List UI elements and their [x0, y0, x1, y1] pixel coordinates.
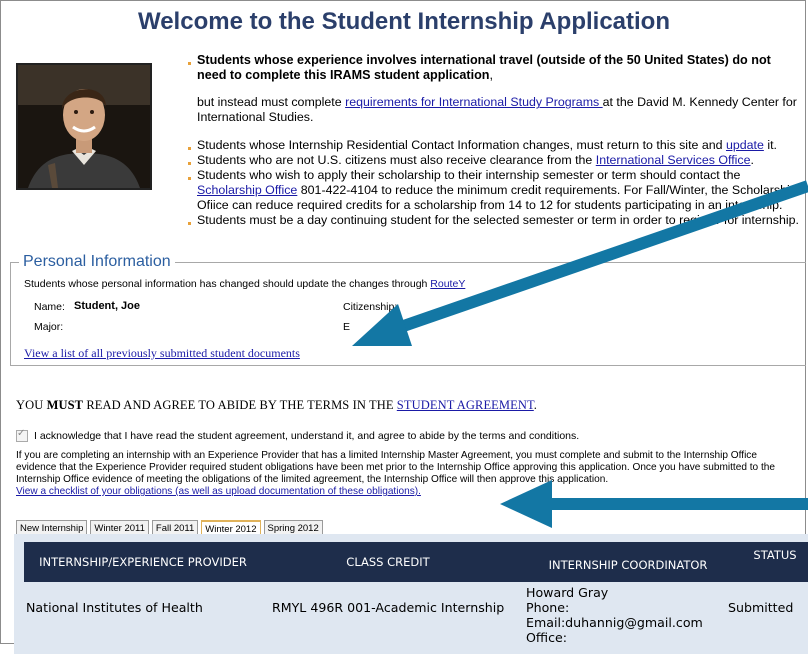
notice-list: Students whose experience involves inter… [187, 53, 799, 228]
table-header: INTERNSHIP/EXPERIENCE PROVIDER CLASS CRE… [24, 542, 808, 582]
notice-international: Students whose experience involves inter… [187, 53, 799, 83]
international-study-link[interactable]: requirements for International Study Pro… [345, 95, 603, 109]
cell-credit: RMYL 496R 001-Academic Internship [272, 600, 505, 615]
agreement-must: MUST [46, 398, 84, 412]
coordinator-email: Email:duhannig@gmail.com [526, 615, 703, 630]
cell-provider: National Institutes of Health [26, 600, 203, 615]
scholarship-office-link[interactable]: Scholarship Office [197, 183, 297, 197]
student-photo [16, 63, 152, 190]
obligations-checklist-link[interactable]: View a checklist of your obligations (as… [16, 486, 421, 497]
limited-agreement-text: If you are completing an internship with… [16, 450, 775, 485]
agreement-post: . [533, 398, 538, 412]
notice-international-text: Students whose experience involves inter… [197, 53, 771, 82]
coordinator-office: Office: [526, 630, 568, 645]
name-label: Name: [34, 301, 65, 313]
notice-contact-post: it. [763, 137, 777, 152]
notice-international-detail: but instead must complete requirements f… [187, 95, 799, 125]
cell-status: Submitted [728, 600, 794, 615]
update-link[interactable]: update [726, 138, 764, 152]
personal-information-legend: Personal Information [23, 253, 171, 270]
internship-table: INTERNSHIP/EXPERIENCE PROVIDER CLASS CRE… [14, 534, 808, 654]
agreement-mid: READ AND AGREE TO ABIDE BY THE TERMS IN … [83, 398, 397, 412]
notice-international-pre: but instead must complete [197, 95, 346, 110]
acknowledge-row: I acknowledge that I have read the stude… [16, 428, 580, 442]
routey-link[interactable]: RouteY [430, 278, 465, 290]
e-label: E [343, 321, 351, 333]
notice-citizens-post: . [750, 152, 754, 167]
page-title: Welcome to the Student Internship Applic… [137, 8, 671, 35]
notice-day-student: Students must be a day continuing studen… [187, 213, 799, 228]
student-agreement-link[interactable]: STUDENT AGREEMENT [397, 398, 534, 412]
notice-scholarship-pre: Students who wish to apply their scholar… [197, 167, 741, 182]
coordinator-name: Howard Gray [526, 585, 609, 600]
notice-contact-info: Students whose Internship Residential Co… [187, 138, 799, 153]
acknowledge-label: I acknowledge that I have read the stude… [34, 430, 580, 442]
name-value: Student, Joe [74, 300, 141, 312]
submitted-documents-link[interactable]: View a list of all previously submitted … [24, 346, 300, 361]
agreement-pre: YOU [16, 398, 47, 412]
personal-info-note-text: Students whose personal information has … [24, 278, 431, 290]
coordinator-phone: Phone: [526, 600, 570, 615]
header-provider: INTERNSHIP/EXPERIENCE PROVIDER [39, 555, 247, 569]
header-coordinator: INTERNSHIP COORDINATOR [548, 558, 708, 572]
header-credit: CLASS CREDIT [346, 555, 430, 569]
citizenship-label: Citizenship: [343, 301, 398, 313]
notice-comma: , [489, 68, 493, 82]
notice-citizens: Students who are not U.S. citizens must … [187, 153, 799, 168]
notice-citizens-pre: Students who are not U.S. citizens must … [197, 152, 596, 167]
notice-contact-pre: Students whose Internship Residential Co… [197, 137, 726, 152]
agreement-notice: YOU MUST READ AND AGREE TO ABIDE BY THE … [16, 398, 537, 413]
notice-scholarship: Students who wish to apply their scholar… [187, 168, 799, 213]
cell-coordinator: Howard Gray Phone: Email:duhannig@gmail.… [526, 585, 703, 645]
header-status: STATUS [753, 548, 797, 562]
personal-info-note: Students whose personal information has … [24, 278, 465, 290]
major-label: Major: [34, 321, 64, 333]
international-services-link[interactable]: International Services Office [596, 153, 751, 167]
limited-agreement-paragraph: If you are completing an internship with… [16, 450, 796, 498]
acknowledge-checkbox[interactable] [16, 428, 28, 442]
